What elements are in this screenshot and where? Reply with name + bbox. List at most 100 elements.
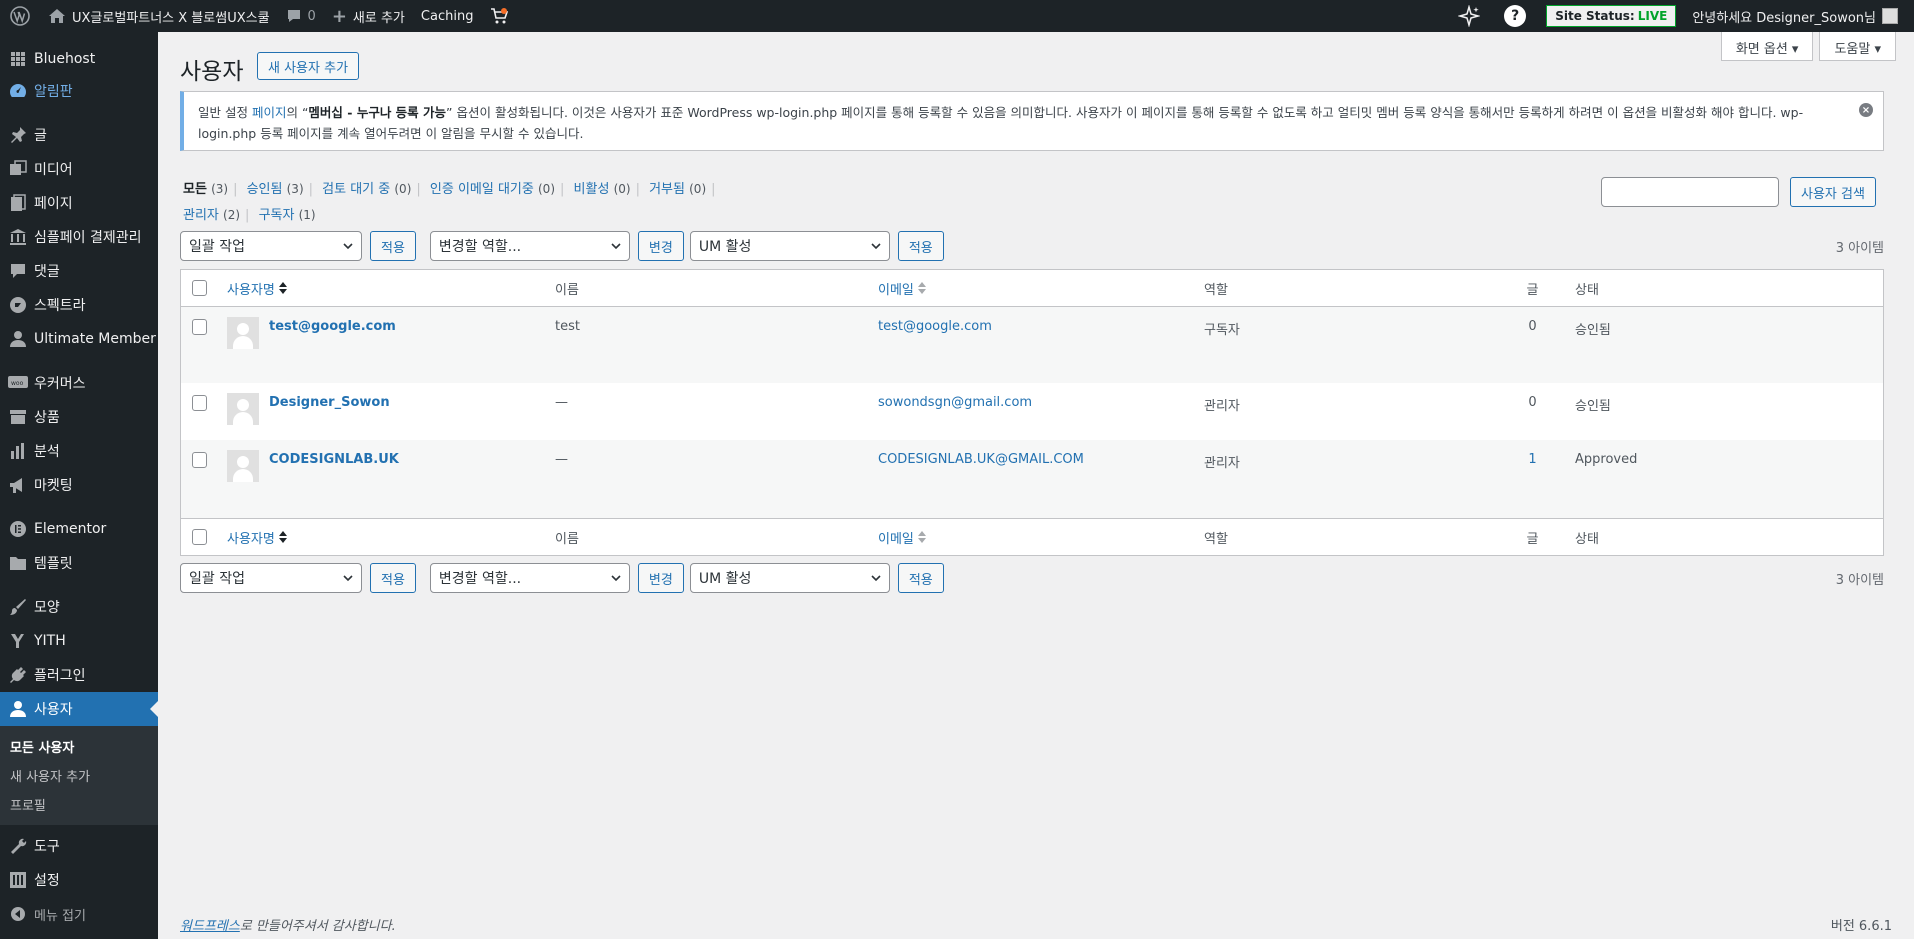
submenu-item-add-new-user[interactable]: 새 사용자 추가: [0, 761, 158, 790]
site-name-link[interactable]: UX글로벌파트너스 X 블로썸UX스쿨: [40, 0, 278, 32]
settings-icon: [8, 870, 28, 890]
um-action-select[interactable]: UM 활성: [689, 563, 890, 593]
sidebar-item-plugins[interactable]: 플러그인: [0, 658, 158, 692]
dismiss-notice-icon[interactable]: ×: [1859, 103, 1873, 117]
change-role-select[interactable]: 변경할 역할...: [429, 563, 630, 593]
apply-um-button[interactable]: 적용: [897, 563, 944, 593]
bulk-action-select[interactable]: 일괄 작업: [180, 563, 362, 593]
sidebar-item-users[interactable]: 사용자: [0, 692, 158, 726]
yith-icon: [8, 631, 28, 651]
sidebar-item-media[interactable]: 미디어: [0, 152, 158, 186]
dashboard-icon: [8, 81, 28, 101]
apply-bulk-button[interactable]: 적용: [370, 231, 416, 261]
sidebar-item-analytics[interactable]: 분석: [0, 434, 158, 468]
sidebar-item-elementor[interactable]: Elementor: [0, 512, 158, 546]
sidebar-item-label: 스펙트라: [34, 298, 86, 314]
user-status: Approved: [1575, 452, 1638, 467]
submenu-item-all-users[interactable]: 모든 사용자: [0, 732, 158, 761]
admin-sidebar: Bluehost 알림판 글 미디어 페이지 심플페이 결제관리 댓글 스펙트라…: [0, 32, 158, 939]
select-all-checkbox[interactable]: [192, 529, 207, 545]
filter-inactive[interactable]: 비활성: [574, 182, 610, 197]
notice-page-link[interactable]: 페이지: [252, 105, 287, 120]
filter-all[interactable]: 모든: [183, 182, 207, 197]
apply-bulk-button[interactable]: 적용: [370, 563, 416, 593]
sidebar-item-yith[interactable]: YITH: [0, 624, 158, 658]
select-all-checkbox[interactable]: [192, 280, 207, 296]
column-email[interactable]: 이메일: [878, 279, 926, 298]
sidebar-item-pages[interactable]: 페이지: [0, 186, 158, 220]
column-name: 이름: [555, 531, 579, 547]
username-link[interactable]: CODESIGNLAB.UK: [269, 452, 399, 467]
help-tab[interactable]: 도움말 ▾: [1819, 32, 1896, 61]
tablenav-bottom: 일괄 작업 적용 변경할 역할... 변경 UM 활성 적용 3 아이템: [180, 563, 1884, 593]
sidebar-item-label: 페이지: [34, 196, 73, 212]
my-account-link[interactable]: 안녕하세요 Designer_Sowon님: [1684, 0, 1914, 32]
sidebar-item-ultimate-member[interactable]: Ultimate Member: [0, 322, 158, 356]
sidebar-item-bluehost[interactable]: Bluehost: [0, 44, 158, 74]
add-new-user-button[interactable]: 새 사용자 추가: [257, 52, 360, 80]
user-search-input[interactable]: [1601, 177, 1779, 207]
submenu-item-profile[interactable]: 프로필: [0, 790, 158, 819]
sparkle-icon[interactable]: [1446, 0, 1492, 32]
sidebar-item-products[interactable]: 상품: [0, 400, 158, 434]
filter-awaiting-email[interactable]: 인증 이메일 대기중: [430, 182, 534, 197]
user-posts-link[interactable]: 1: [1528, 452, 1536, 467]
filter-pending-review[interactable]: 검토 대기 중: [322, 182, 390, 197]
bulk-action-value: 일괄 작업: [189, 239, 245, 255]
email-link[interactable]: CODESIGNLAB.UK@GMAIL.COM: [878, 452, 1084, 467]
filter-subscriber[interactable]: 구독자: [259, 208, 295, 223]
um-action-value: UM 활성: [698, 239, 752, 255]
sidebar-item-appearance[interactable]: 모양: [0, 590, 158, 624]
sidebar-item-dashboard[interactable]: 알림판: [0, 74, 158, 108]
search-users-button[interactable]: 사용자 검색: [1790, 177, 1876, 207]
sidebar-item-simplepay[interactable]: 심플페이 결제관리: [0, 220, 158, 254]
filter-administrator[interactable]: 관리자: [183, 208, 219, 223]
username-link[interactable]: test@google.com: [269, 319, 396, 334]
column-email[interactable]: 이메일: [878, 528, 926, 547]
sidebar-item-label: Bluehost: [34, 51, 96, 67]
caching-link[interactable]: Caching: [413, 0, 482, 32]
chevron-down-icon: [871, 575, 881, 582]
email-link[interactable]: sowondsgn@gmail.com: [878, 395, 1032, 410]
items-count: 3 아이템: [1835, 240, 1884, 256]
change-role-button[interactable]: 변경: [637, 563, 684, 593]
row-checkbox[interactable]: [192, 319, 207, 335]
sidebar-collapse-menu[interactable]: 메뉴 접기: [0, 897, 158, 931]
new-content-link[interactable]: + 새로 추가: [324, 0, 413, 32]
sidebar-item-marketing[interactable]: 마켓팅: [0, 468, 158, 502]
column-username[interactable]: 사용자명: [227, 528, 287, 547]
grid-icon: [8, 49, 28, 69]
help-icon[interactable]: ?: [1492, 0, 1538, 32]
wordpress-logo-icon[interactable]: [0, 0, 40, 32]
sidebar-item-label: 모양: [34, 600, 60, 616]
um-action-select[interactable]: UM 활성: [689, 231, 890, 261]
sidebar-item-woocommerce[interactable]: woo 우커머스: [0, 366, 158, 400]
sidebar-item-label: Elementor: [34, 521, 107, 537]
sidebar-item-settings[interactable]: 설정: [0, 863, 158, 897]
site-status-badge[interactable]: Site Status: LIVE: [1538, 0, 1684, 32]
row-checkbox[interactable]: [192, 452, 207, 468]
apply-um-button[interactable]: 적용: [897, 231, 944, 261]
column-name: 이름: [555, 282, 579, 298]
help-label: ?: [1504, 5, 1527, 27]
bulk-action-select[interactable]: 일괄 작업: [180, 231, 362, 261]
filter-rejected[interactable]: 거부됨: [649, 182, 685, 197]
sidebar-item-posts[interactable]: 글: [0, 118, 158, 152]
sidebar-item-templates[interactable]: 템플릿: [0, 546, 158, 580]
email-link[interactable]: test@google.com: [878, 319, 992, 334]
column-username[interactable]: 사용자명: [227, 279, 287, 298]
username-link[interactable]: Designer_Sowon: [269, 395, 390, 410]
comments-link[interactable]: 0: [278, 0, 324, 32]
change-role-button[interactable]: 변경: [637, 231, 684, 261]
filter-approved[interactable]: 승인됨: [247, 182, 283, 197]
change-role-select[interactable]: 변경할 역할...: [429, 231, 630, 261]
footer-wordpress-link[interactable]: 워드프레스: [180, 919, 240, 934]
row-checkbox[interactable]: [192, 395, 207, 411]
sidebar-item-comments[interactable]: 댓글: [0, 254, 158, 288]
cart-icon[interactable]: [481, 0, 517, 32]
screen-options-tab[interactable]: 화면 옵션 ▾: [1720, 32, 1814, 61]
comments-count: 0: [307, 8, 316, 24]
column-posts: 글: [1526, 282, 1539, 298]
sidebar-item-spectra[interactable]: 스펙트라: [0, 288, 158, 322]
sidebar-item-tools[interactable]: 도구: [0, 829, 158, 863]
